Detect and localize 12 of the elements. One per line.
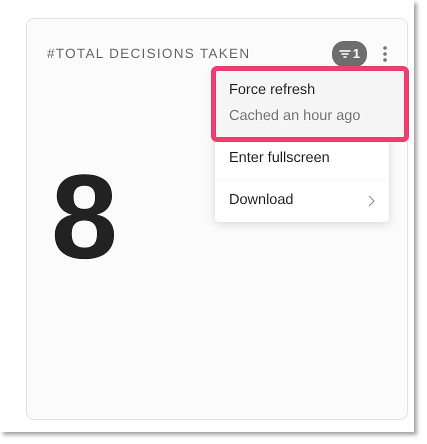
menu-item-label: Download [229, 192, 294, 208]
menu-item[interactable]: Force refresh Cached an hour ago [215, 70, 405, 138]
cache-status: Cached an hour ago [229, 106, 360, 126]
card-title: #TOTAL DECISIONS TAKEN [47, 44, 250, 63]
more-options-icon[interactable] [383, 46, 387, 62]
filter-icon [338, 48, 351, 59]
menu-item-label: Force refresh [229, 82, 316, 98]
menu-item-label: Enter fullscreen [229, 150, 330, 166]
menu-item[interactable]: Enter fullscreen [215, 138, 389, 180]
filter-badge[interactable]: 1 [332, 41, 367, 66]
menu-item[interactable]: Download [215, 180, 389, 222]
metric-value: 8 [51, 156, 118, 276]
